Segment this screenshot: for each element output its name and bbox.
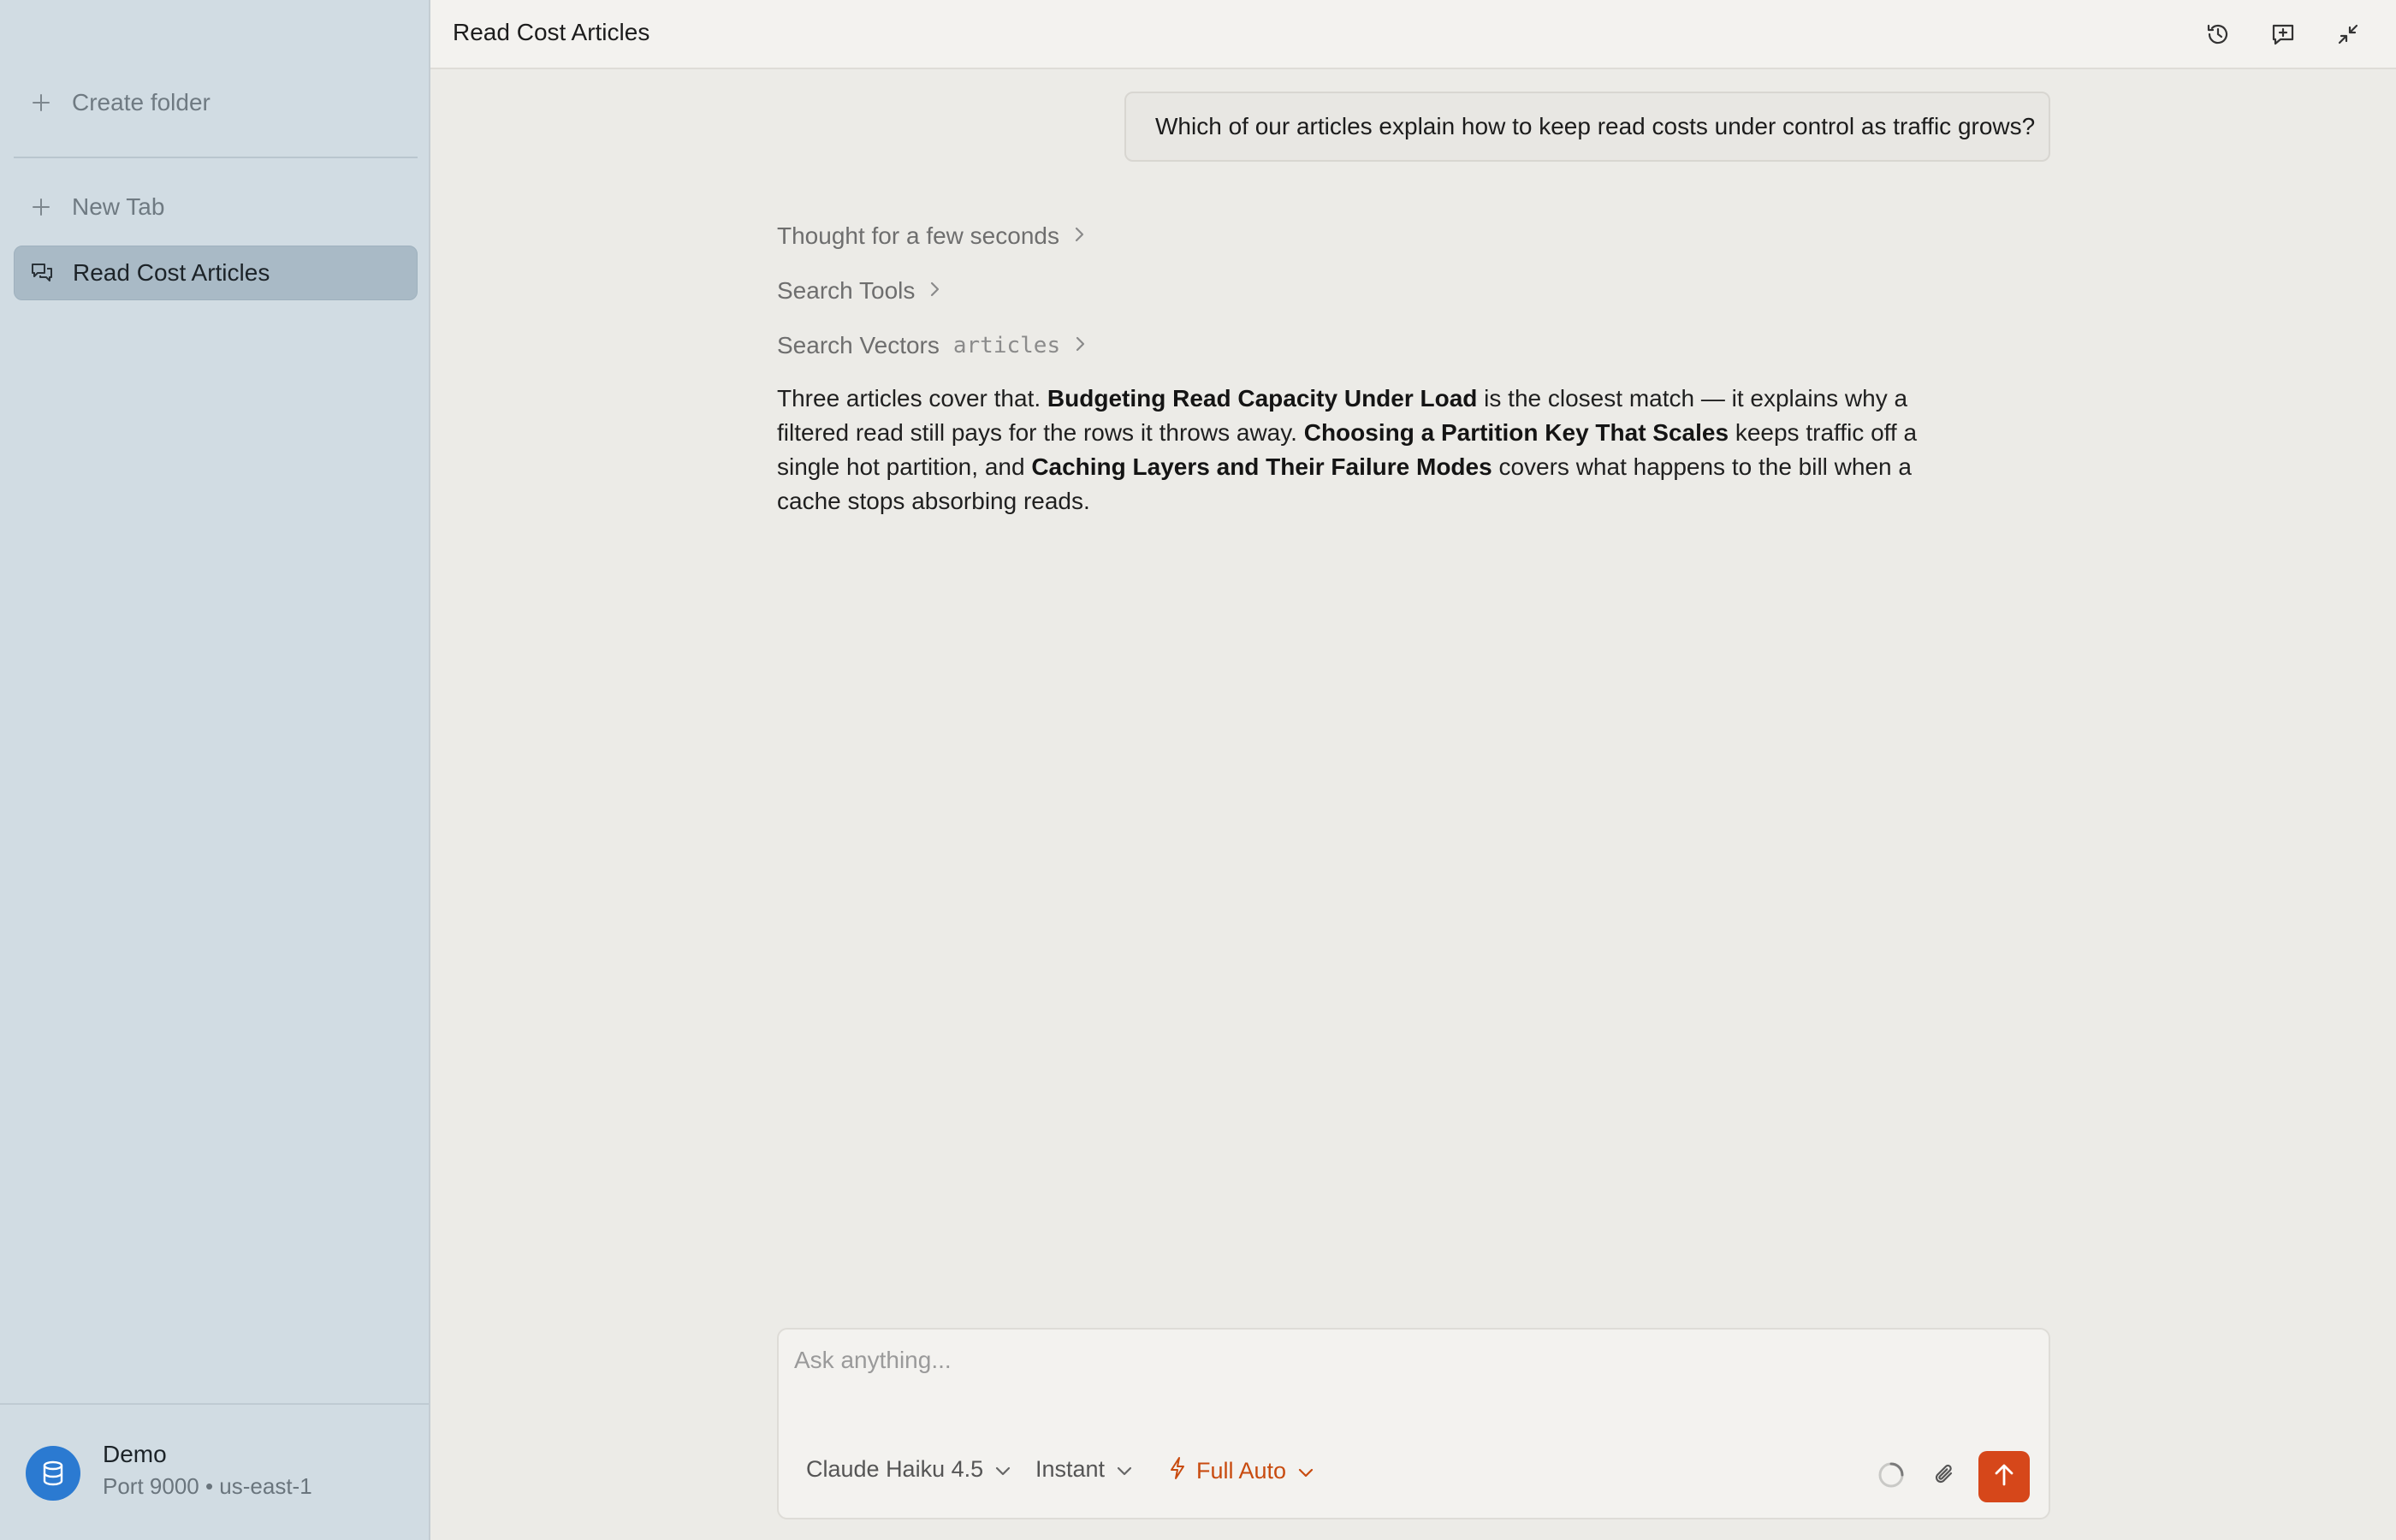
assistant-answer: Three articles cover that. Budgeting Rea… bbox=[777, 382, 1958, 518]
chevron-right-icon bbox=[928, 277, 942, 305]
new-tab-label: New Tab bbox=[72, 193, 165, 220]
model-selector[interactable]: Claude Haiku 4.5 bbox=[806, 1456, 1012, 1483]
connection-details: Port 9000 • us-east-1 bbox=[103, 1473, 312, 1499]
page-title: Read Cost Articles bbox=[453, 19, 650, 45]
plus-icon bbox=[29, 91, 53, 115]
arrow-up-icon bbox=[1992, 1462, 2016, 1492]
user-message: Which of our articles explain how to kee… bbox=[1124, 92, 2050, 162]
search-vectors-label: Search Vectors bbox=[777, 332, 940, 358]
chevron-right-icon bbox=[1073, 222, 1087, 250]
sidebar-item-read-cost-articles[interactable]: Read Cost Articles bbox=[14, 246, 418, 300]
mode-selector[interactable]: Full Auto bbox=[1169, 1456, 1315, 1486]
article-title: Budgeting Read Capacity Under Load bbox=[1047, 385, 1478, 412]
speed-selector[interactable]: Instant bbox=[1035, 1456, 1134, 1483]
connection-name: Demo bbox=[103, 1441, 167, 1467]
top-bar: Read Cost Articles bbox=[430, 0, 2396, 69]
message-composer[interactable]: Ask anything... Claude Haiku 4.5 Instant… bbox=[777, 1328, 2050, 1519]
chevron-down-icon bbox=[993, 1456, 1012, 1483]
create-folder-label: Create folder bbox=[72, 89, 211, 116]
plus-icon bbox=[29, 195, 53, 219]
search-tools-step[interactable]: Search Tools bbox=[777, 277, 942, 305]
article-title: Caching Layers and Their Failure Modes bbox=[1031, 453, 1492, 480]
mode-label: Full Auto bbox=[1196, 1458, 1287, 1484]
chat-bubbles-icon bbox=[30, 261, 54, 285]
model-label: Claude Haiku 4.5 bbox=[806, 1456, 984, 1482]
search-vectors-step[interactable]: Search Vectors articles bbox=[777, 332, 1088, 359]
app-window: Create folder New Tab Read Cost Articles bbox=[0, 0, 2396, 1540]
lightning-icon bbox=[1169, 1456, 1186, 1486]
answer-text: Three articles cover that. bbox=[777, 385, 1047, 412]
article-title: Choosing a Partition Key That Scales bbox=[1303, 419, 1729, 446]
thought-step[interactable]: Thought for a few seconds bbox=[777, 222, 1087, 250]
message-input[interactable]: Ask anything... bbox=[794, 1347, 952, 1374]
new-chat-icon[interactable] bbox=[2266, 17, 2300, 51]
paperclip-icon[interactable] bbox=[1928, 1458, 1962, 1492]
create-folder-button[interactable]: Create folder bbox=[14, 75, 418, 130]
chevron-right-icon bbox=[1074, 332, 1088, 359]
chevron-down-icon bbox=[1115, 1456, 1134, 1483]
sidebar-item-label: Read Cost Articles bbox=[73, 259, 270, 286]
speed-label: Instant bbox=[1035, 1456, 1106, 1482]
sidebar-divider bbox=[14, 157, 418, 158]
connection-footer[interactable]: Demo Port 9000 • us-east-1 bbox=[0, 1403, 429, 1540]
database-icon bbox=[26, 1446, 80, 1501]
loading-spinner-icon bbox=[1874, 1458, 1908, 1492]
send-button[interactable] bbox=[1978, 1451, 2030, 1502]
chevron-down-icon bbox=[1296, 1458, 1315, 1484]
collapse-icon[interactable] bbox=[2331, 17, 2365, 51]
search-tools-label: Search Tools bbox=[777, 277, 916, 304]
history-icon[interactable] bbox=[2201, 17, 2235, 51]
sidebar: Create folder New Tab Read Cost Articles bbox=[0, 0, 430, 1540]
thought-label: Thought for a few seconds bbox=[777, 222, 1059, 249]
new-tab-button[interactable]: New Tab bbox=[14, 180, 418, 234]
search-vectors-argument: articles bbox=[952, 333, 1061, 358]
